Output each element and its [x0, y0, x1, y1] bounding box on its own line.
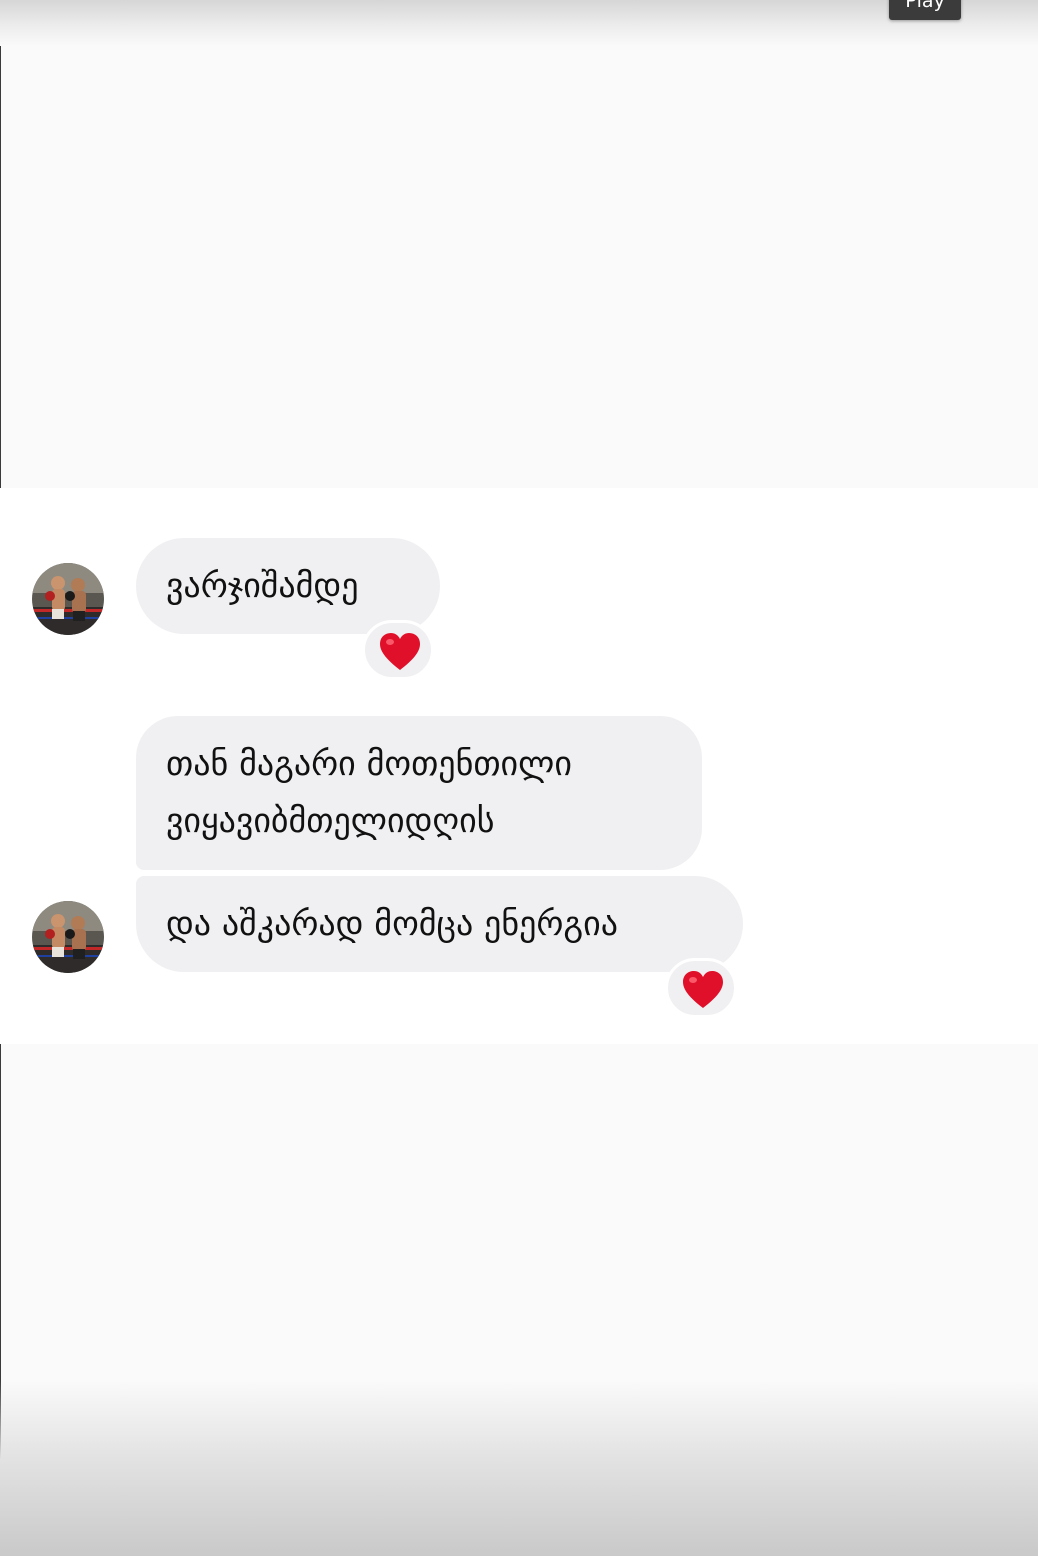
message-line: თან მაგარი მოთენთილი — [166, 744, 572, 784]
boxing-photo-icon — [32, 563, 104, 635]
message-bubble[interactable]: თან მაგარი მოთენთილი ვიყავიბმთელიდღის — [136, 716, 702, 870]
play-tooltip: Play — [889, 0, 961, 20]
message-line: ვიყავიბმთელიდღის — [166, 801, 495, 841]
boxing-photo-icon — [32, 901, 104, 973]
heart-emoji-icon — [380, 633, 420, 670]
chat-area: ვარჯიშამდე თან მაგარი მოთენთილი ვიყავიბმ… — [0, 488, 1038, 1044]
top-gradient — [0, 0, 1038, 46]
avatar[interactable] — [32, 901, 104, 973]
avatar[interactable] — [32, 563, 104, 635]
reaction-badge[interactable] — [362, 620, 434, 680]
reaction-badge[interactable] — [665, 958, 737, 1018]
bottom-gradient — [0, 1380, 1038, 1556]
heart-emoji-icon — [683, 971, 723, 1008]
message-text: და აშკარად მომცა ენერგია — [166, 904, 619, 944]
message-text: ვარჯიშამდე — [166, 566, 359, 606]
message-bubble[interactable]: და აშკარად მომცა ენერგია — [136, 876, 743, 972]
